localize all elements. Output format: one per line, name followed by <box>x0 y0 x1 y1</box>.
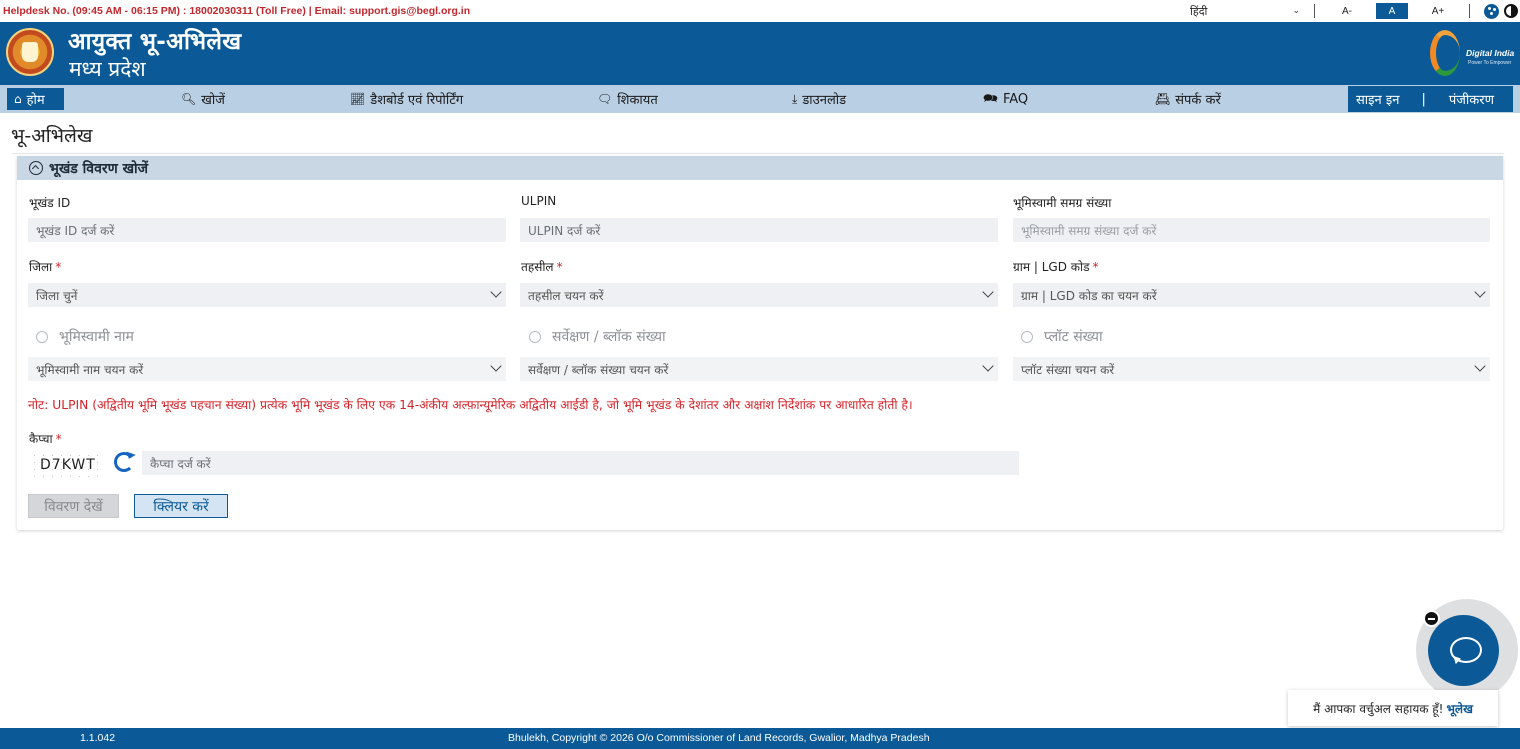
chat-tooltip[interactable]: मैं आपका वर्चुअल सहायक हूँ! भूलेख <box>1288 690 1498 726</box>
divider <box>12 153 1504 154</box>
main-nav: ⌂ होम 🔍︎ खोजें 📈︎ डैशबोर्ड एवं रिपोर्टिं… <box>0 85 1520 113</box>
chevron-down-icon <box>1474 360 1486 372</box>
chevron-down-icon <box>490 360 502 372</box>
nav-contact[interactable]: 📇︎ संपर्क करें <box>1155 85 1221 113</box>
faq-icon: 🗪︎ <box>983 90 998 105</box>
ulpin-input[interactable]: ULPIN दर्ज करें <box>520 218 998 242</box>
chat-brand: भूलेख <box>1446 701 1473 716</box>
survey-no-select[interactable]: सर्वेक्षण / ब्लॉक संख्या चयन करें <box>520 357 998 381</box>
line-chart-icon: 📈︎ <box>350 92 366 106</box>
radio-button[interactable] <box>36 330 48 343</box>
signin-link[interactable]: साइन इन <box>1356 90 1399 108</box>
captcha-label: कैप्चा * <box>29 432 62 446</box>
chevron-down-icon <box>982 360 994 372</box>
nav-complaint[interactable]: 🗨︎ शिकायत <box>597 85 658 113</box>
plot-no-select[interactable]: प्लॉट संख्या चयन करें <box>1013 357 1490 381</box>
chevron-down-icon <box>982 286 994 298</box>
view-details-button[interactable]: विवरण देखें <box>28 494 119 518</box>
village-label: ग्राम | LGD कोड * <box>1013 260 1099 274</box>
font-normal-button[interactable]: A <box>1376 3 1408 19</box>
village-select[interactable]: ग्राम | LGD कोड का चयन करें <box>1013 283 1490 307</box>
owner-name-select[interactable]: भूमिस्वामी नाम चयन करें <box>28 357 506 381</box>
palette-icon[interactable] <box>1484 4 1499 19</box>
ulpin-label: ULPIN <box>521 194 557 208</box>
divider <box>1469 4 1470 18</box>
chat-bubbles-icon: 🗨︎ <box>597 92 613 106</box>
page-title: भू-अभिलेख <box>11 125 93 147</box>
clear-button[interactable]: क्लियर करें <box>134 494 228 518</box>
site-header: आयुक्त भू-अभिलेख मध्य प्रदेश Digital Ind… <box>0 22 1520 85</box>
plot-id-label: भूखंड ID <box>29 196 71 210</box>
download-icon: ⤓ <box>792 91 798 106</box>
nav-faq[interactable]: 🗪︎ FAQ <box>983 85 1028 113</box>
owner-name-radio[interactable]: भूमिस्वामी नाम <box>36 327 134 346</box>
radio-button[interactable] <box>1021 330 1033 343</box>
language-select[interactable]: हिंदी ⌄ <box>1190 3 1300 19</box>
chevron-down-icon: ⌄ <box>1292 6 1300 16</box>
copyright-text: Bhulekh, Copyright © 2026 O/o Commission… <box>508 732 930 744</box>
radio-button[interactable] <box>529 330 541 343</box>
collapse-icon[interactable] <box>29 161 43 175</box>
nav-home[interactable]: ⌂ होम <box>7 88 64 110</box>
mp-emblem-logo <box>6 28 54 76</box>
register-link[interactable]: पंजीकरण <box>1449 90 1494 108</box>
font-increase-button[interactable]: A+ <box>1422 3 1454 19</box>
language-select-value: हिंदी <box>1190 4 1208 18</box>
chevron-down-icon <box>1474 286 1486 298</box>
samagra-label: भूमिस्वामी समग्र संख्या <box>1013 196 1112 210</box>
divider <box>1314 4 1315 18</box>
search-icon: 🔍︎ <box>181 92 197 106</box>
district-select[interactable]: जिला चुनें <box>28 283 506 307</box>
samagra-input[interactable]: भूमिस्वामी समग्र संख्या दर्ज करें <box>1013 218 1490 242</box>
ulpin-note: नोट: ULPIN (अद्वितीय भूमि भूखंड पहचान सं… <box>28 398 913 412</box>
contact-card-icon: 📇︎ <box>1155 92 1171 106</box>
auth-links: साइन इन | पंजीकरण <box>1348 86 1513 112</box>
refresh-icon[interactable] <box>114 452 134 472</box>
captcha-code: D7KWT <box>40 457 96 473</box>
helpdesk-info: Helpdesk No. (09:45 AM - 06:15 PM) : 180… <box>3 5 471 17</box>
section-title: भूखंड विवरण खोजें <box>49 160 149 177</box>
site-footer: 1.1.042 Bhulekh, Copyright © 2026 O/o Co… <box>0 728 1520 749</box>
minimize-icon[interactable] <box>1423 610 1440 627</box>
version-text: 1.1.042 <box>80 732 116 744</box>
survey-no-radio[interactable]: सर्वेक्षण / ब्लॉक संख्या <box>529 327 666 346</box>
plot-id-input[interactable]: भूखंड ID दर्ज करें <box>28 218 506 242</box>
nav-download[interactable]: ⤓ डाउनलोड <box>792 85 846 113</box>
captcha-image: D7KWT <box>30 452 108 478</box>
nav-dashboard[interactable]: 📈︎ डैशबोर्ड एवं रिपोर्टिंग <box>350 85 463 113</box>
district-label: जिला * <box>29 260 62 274</box>
home-icon: ⌂ <box>14 92 22 106</box>
digital-india-logo: Digital India Power To Empower <box>1428 28 1518 80</box>
tehsil-select[interactable]: तहसील चयन करें <box>520 283 998 307</box>
font-decrease-button[interactable]: A- <box>1331 3 1363 19</box>
nav-search[interactable]: 🔍︎ खोजें <box>181 85 225 113</box>
captcha-input[interactable]: कैप्चा दर्ज करें <box>142 451 1019 475</box>
separator: | <box>1421 91 1426 107</box>
tehsil-label: तहसील * <box>521 260 563 274</box>
site-title: आयुक्त भू-अभिलेख <box>68 29 242 55</box>
chevron-down-icon <box>490 286 502 298</box>
plot-no-radio[interactable]: प्लॉट संख्या <box>1021 327 1103 346</box>
section-header[interactable]: भूखंड विवरण खोजें <box>17 156 1503 180</box>
digital-india-mark-icon <box>1430 30 1460 76</box>
chat-icon[interactable] <box>1428 615 1499 686</box>
site-subtitle: मध्य प्रदेश <box>69 57 146 81</box>
contrast-icon[interactable] <box>1504 4 1518 18</box>
